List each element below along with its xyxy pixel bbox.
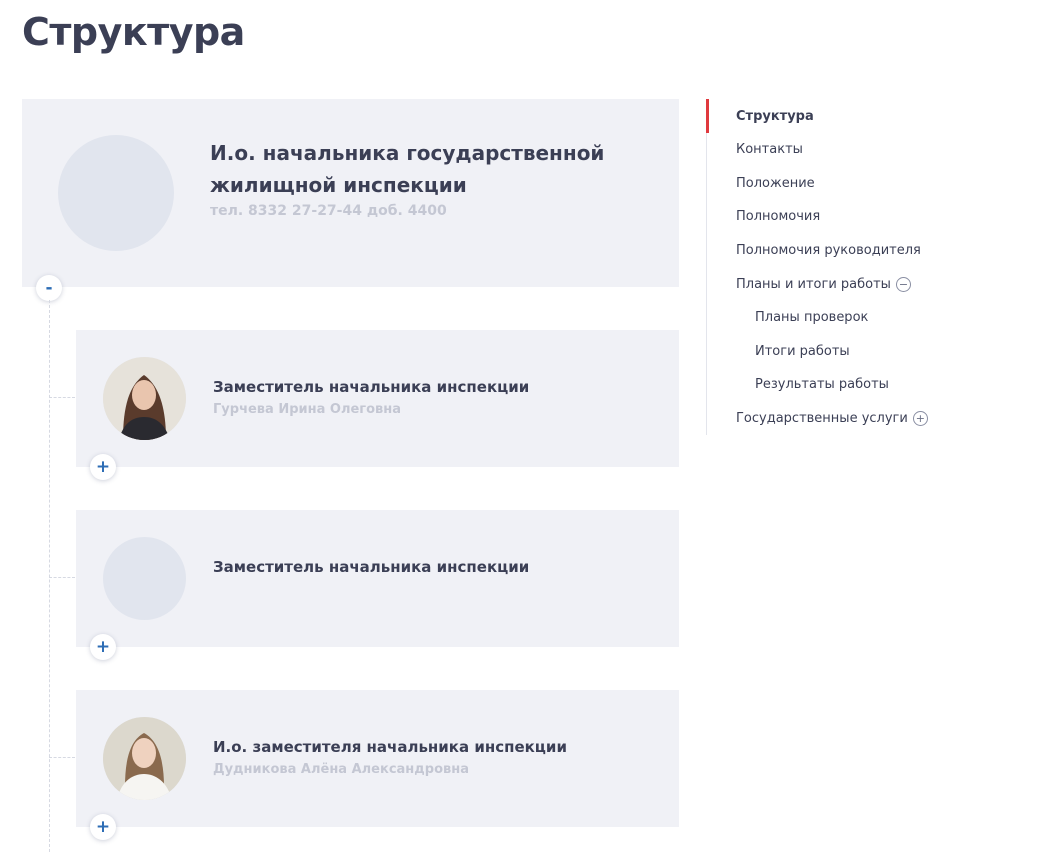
tree-branch — [49, 397, 75, 398]
nav-item-structure[interactable]: Структура — [736, 109, 814, 124]
avatar-placeholder — [58, 135, 174, 251]
head-phone: тел. 8332 27-27-44 доб. 4400 — [210, 203, 447, 219]
side-nav: Структура Контакты Положение Полномочия … — [706, 99, 1007, 435]
nav-item-label: Планы проверок — [755, 310, 869, 325]
nav-item-head-powers[interactable]: Полномочия руководителя — [736, 243, 921, 258]
expand-icon[interactable]: + — [912, 411, 928, 426]
active-indicator — [706, 99, 709, 133]
nav-item-regulation[interactable]: Положение — [736, 176, 815, 191]
staff-position: Заместитель начальника инспекции — [213, 558, 530, 576]
nav-item-public-services[interactable]: Государственные услуги + — [736, 411, 928, 426]
staff-card: Заместитель начальника инспекции + — [76, 510, 679, 660]
tree-line — [49, 300, 50, 852]
staff-position: И.о. заместителя начальника инспекции — [213, 738, 567, 756]
expand-button[interactable]: + — [90, 634, 116, 660]
nav-item-label: Полномочия — [736, 209, 821, 224]
staff-name: Гурчева Ирина Олеговна — [213, 402, 401, 417]
nav-item-powers[interactable]: Полномочия — [736, 209, 820, 224]
avatar-photo — [103, 357, 186, 440]
nav-item-label: Итоги работы — [755, 344, 850, 359]
head-title-line1: И.о. начальника государственной — [210, 141, 605, 165]
nav-item-label: Положение — [736, 176, 815, 191]
expand-button[interactable]: + — [90, 814, 116, 840]
page-title: Структура — [22, 10, 245, 54]
avatar-photo — [103, 717, 186, 800]
staff-name: Дудникова Алёна Александровна — [213, 762, 470, 777]
nav-item-label: Государственные услуги — [736, 411, 908, 426]
nav-item-work-results[interactable]: Результаты работы — [755, 377, 889, 392]
staff-card: Заместитель начальника инспекции Гурчева… — [76, 330, 679, 480]
nav-item-work-outcomes[interactable]: Итоги работы — [755, 344, 850, 359]
nav-item-label: Структура — [736, 109, 814, 124]
nav-item-inspection-plans[interactable]: Планы проверок — [755, 310, 868, 325]
staff-card: И.о. заместителя начальника инспекции Ду… — [76, 690, 679, 840]
avatar-placeholder — [103, 537, 186, 620]
staff-position: Заместитель начальника инспекции — [213, 378, 530, 396]
head-card: И.о. начальника государственной жилищной… — [22, 99, 679, 287]
expand-button[interactable]: + — [90, 454, 116, 480]
nav-item-contacts[interactable]: Контакты — [736, 142, 803, 157]
nav-item-label: Полномочия руководителя — [736, 243, 921, 258]
head-title-line2: жилищной инспекции — [210, 173, 467, 197]
tree-branch — [49, 577, 75, 578]
collapse-icon[interactable]: − — [895, 277, 911, 292]
collapse-button[interactable]: - — [36, 275, 62, 301]
tree-branch — [49, 757, 75, 758]
nav-item-label: Контакты — [736, 142, 803, 157]
nav-item-plans-results[interactable]: Планы и итоги работы − — [736, 277, 911, 292]
head-position-title: И.о. начальника государственной жилищной… — [210, 137, 640, 201]
nav-item-label: Планы и итоги работы — [736, 277, 891, 292]
nav-item-label: Результаты работы — [755, 377, 889, 392]
